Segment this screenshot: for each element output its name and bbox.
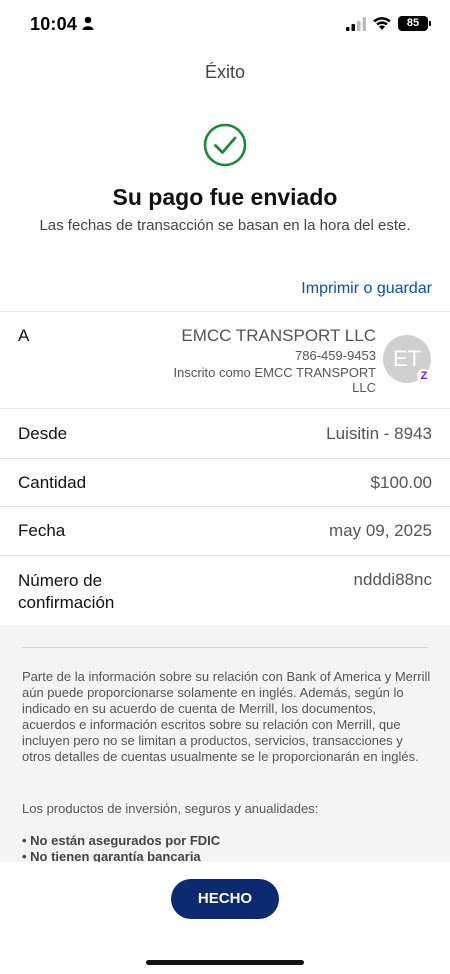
amount-value: $100.00 (370, 473, 432, 492)
disclaimer-section: Parte de la información sobre su relació… (0, 625, 450, 862)
disclaimer-paragraph: Los productos de inversión, seguros y an… (22, 801, 319, 816)
from-label: Desde (18, 424, 68, 443)
battery-cap (429, 21, 431, 26)
success-headline: Su pago fue enviado (112, 184, 338, 210)
zelle-badge-icon: Z (417, 369, 431, 383)
status-time: 10:04 (30, 14, 78, 34)
confirmation-number-label: Número de confirmación (18, 571, 115, 612)
disclaimer-bullet: • No están asegurados por FDIC (22, 833, 221, 848)
disclaimer-divider (22, 647, 428, 648)
date-label: Fecha (18, 521, 66, 540)
home-indicator[interactable] (146, 960, 304, 965)
timezone-note: Las fechas de transacción se basan en la… (39, 217, 411, 234)
signal-icon (346, 17, 366, 31)
amount-label: Cantidad (18, 473, 87, 492)
done-button[interactable]: HECHO (171, 879, 279, 919)
divider (0, 458, 450, 459)
recipient-phone: 786-459-9453 (295, 348, 376, 363)
status-bar: 10:04 85 (0, 0, 450, 48)
wifi-icon (373, 17, 391, 30)
from-value: Luisitin - 8943 (326, 424, 432, 443)
recipient-label: A (18, 326, 30, 345)
divider (0, 311, 450, 312)
recipient-enrolled-as: Inscrito como EMCC TRANSPORT LLC (173, 365, 376, 395)
date-value: may 09, 2025 (328, 521, 432, 540)
print-or-save-link[interactable]: Imprimir o guardar (301, 280, 432, 298)
disclaimer-bullet: • No tienen garantía bancaria (22, 849, 201, 862)
person-icon (82, 16, 94, 30)
recipient-name: EMCC TRANSPORT LLC (181, 326, 376, 345)
divider (0, 408, 450, 409)
confirmation-number-value: ndddi88nc (353, 570, 432, 589)
divider (0, 555, 450, 556)
divider (0, 506, 450, 507)
checkmark-circle-icon (203, 123, 247, 167)
disclaimer-paragraph: Parte de la información sobre su relació… (22, 669, 431, 764)
page-title: Éxito (204, 62, 246, 82)
battery-icon: 85 (398, 16, 428, 31)
